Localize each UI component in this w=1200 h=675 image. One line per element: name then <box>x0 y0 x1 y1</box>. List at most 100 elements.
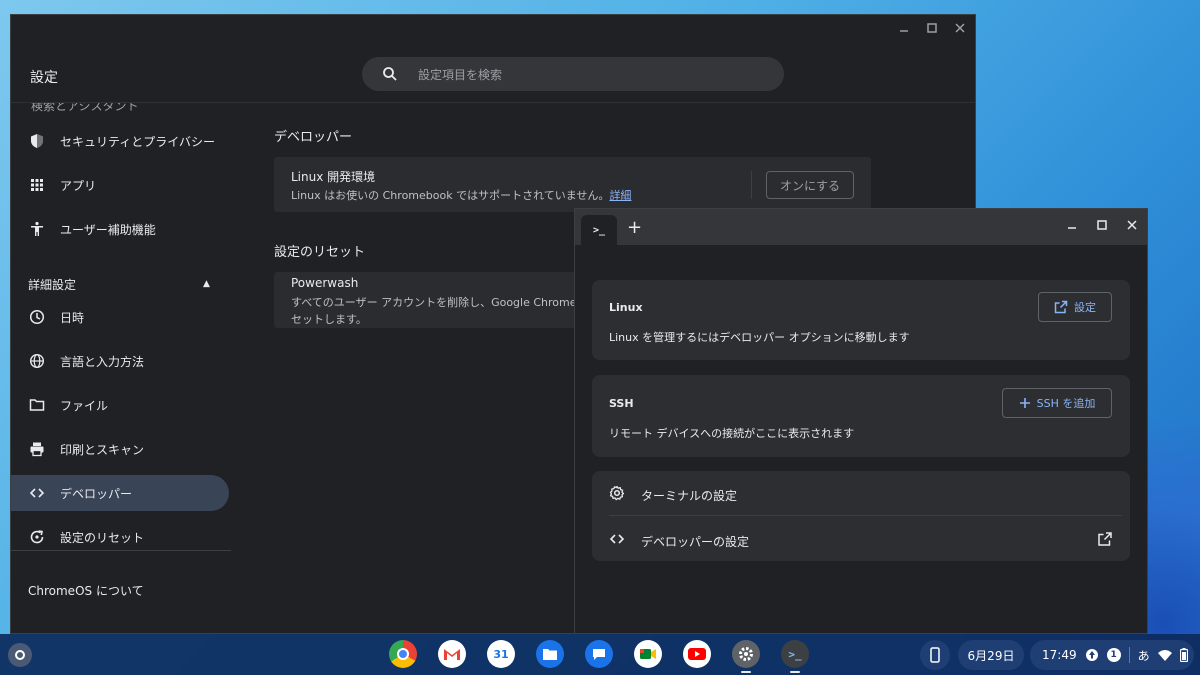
accessibility-icon <box>31 221 43 236</box>
launcher-button[interactable] <box>8 643 32 667</box>
launcher-icon <box>15 650 25 660</box>
learn-more-link[interactable]: 詳細 <box>609 189 631 202</box>
sidebar-item-languages[interactable]: 言語と入力方法 <box>11 343 229 379</box>
status-tray[interactable]: 17:49 1 あ <box>1030 640 1194 670</box>
sidebar-item-printing[interactable]: 印刷とスキャン <box>11 431 229 467</box>
open-external-icon[interactable] <box>1097 531 1113 547</box>
wifi-icon <box>1157 650 1172 661</box>
linux-dev-title: Linux 開発環境 <box>291 170 376 184</box>
developer-heading: デベロッパー <box>274 130 353 145</box>
row-divider <box>609 515 1122 516</box>
new-tab-button[interactable]: + <box>627 217 642 238</box>
close-icon <box>955 23 965 33</box>
search-input[interactable]: 設定項目を検索 <box>362 57 784 91</box>
caret-up-icon[interactable]: ▲ <box>203 279 210 289</box>
terminal-tabbar: >_ + <box>575 209 1147 245</box>
sidebar-item-files[interactable]: ファイル <box>11 387 229 423</box>
linux-settings-button[interactable]: 設定 <box>1038 292 1112 322</box>
sidebar-item-label: 設定のリセット <box>60 530 145 545</box>
sidebar-item-label: アプリ <box>60 178 97 193</box>
add-ssh-button[interactable]: SSH を追加 <box>1002 388 1112 418</box>
sidebar: 検索とアシスタント セキュリティとプライバシー アプリ ユーザー補助機能 詳細設… <box>11 103 231 633</box>
developer-settings-row[interactable]: デベロッパーの設定 <box>592 517 1130 561</box>
meet-app-icon[interactable] <box>634 640 662 668</box>
shield-icon <box>31 134 43 148</box>
page-title: 設定 <box>30 70 58 86</box>
turn-on-button[interactable]: オンにする <box>766 171 854 199</box>
powerwash-description-line1: すべてのユーザー アカウントを削除し、Google Chrome <box>291 296 577 309</box>
sidebar-divider <box>11 550 231 551</box>
terminal-settings-card: ターミナルの設定 デベロッパーの設定 <box>592 471 1130 561</box>
sidebar-item-apps[interactable]: アプリ <box>11 167 229 203</box>
settings-titlebar: 設定 設定項目を検索 <box>11 15 975 103</box>
window-controls <box>1065 218 1139 232</box>
minimize-button[interactable] <box>897 21 911 35</box>
settings-app-icon[interactable] <box>732 640 760 668</box>
date-tray[interactable]: 6月29日 <box>958 640 1024 670</box>
sidebar-item-datetime[interactable]: 日時 <box>11 299 229 335</box>
terminal-window: >_ + Linux Linux を管理するにはデベロッパー オプションに移動し… <box>574 208 1148 634</box>
card-separator <box>751 171 752 199</box>
plus-icon <box>1019 398 1030 408</box>
time-label: 17:49 <box>1042 648 1077 662</box>
files-app-icon[interactable] <box>536 640 564 668</box>
minimize-button[interactable] <box>1065 218 1079 232</box>
close-icon <box>1127 220 1137 230</box>
powerwash-card[interactable]: Powerwash すべてのユーザー アカウントを削除し、Google Chro… <box>274 272 594 328</box>
battery-icon <box>1179 648 1188 662</box>
sidebar-item-developers[interactable]: デベロッパー <box>11 475 229 511</box>
sidebar-item-accessibility[interactable]: ユーザー補助機能 <box>11 211 229 247</box>
minimize-icon <box>1068 227 1076 229</box>
calendar-day: 31 <box>493 647 509 661</box>
developer-settings-label: デベロッパーの設定 <box>641 535 750 549</box>
clock-icon <box>29 309 45 325</box>
sidebar-item-security[interactable]: セキュリティとプライバシー <box>11 123 229 159</box>
update-icon <box>1085 649 1098 661</box>
apps-grid-icon <box>31 179 43 191</box>
terminal-settings-label: ターミナルの設定 <box>641 489 738 503</box>
running-indicator <box>741 671 751 673</box>
linux-card: Linux Linux を管理するにはデベロッパー オプションに移動します 設定 <box>592 280 1130 360</box>
running-indicator <box>790 671 800 673</box>
terminal-app-icon[interactable]: >_ <box>781 640 809 668</box>
shelf: 31 >_ 6月29日 17:49 1 あ <box>0 634 1200 675</box>
gmail-app-icon[interactable] <box>438 640 466 668</box>
close-button[interactable] <box>953 21 967 35</box>
maximize-button[interactable] <box>925 21 939 35</box>
terminal-settings-row[interactable]: ターミナルの設定 <box>592 471 1130 516</box>
linux-dev-subtitle: Linux はお使いの Chromebook ではサポートされていません。詳細 <box>291 187 631 203</box>
sidebar-item-about[interactable]: ChromeOS について <box>28 582 144 599</box>
sidebar-item-label: デベロッパー <box>60 486 133 501</box>
sidebar-item-search-assistant[interactable]: 検索とアシスタント <box>31 103 139 114</box>
sidebar-item-label: 印刷とスキャン <box>60 442 145 457</box>
youtube-app-icon[interactable] <box>683 640 711 668</box>
sidebar-item-label: 日時 <box>60 310 85 325</box>
add-ssh-label: SSH を追加 <box>1036 397 1096 410</box>
globe-icon <box>29 353 45 369</box>
reset-icon <box>30 530 44 544</box>
messages-app-icon[interactable] <box>585 640 613 668</box>
maximize-button[interactable] <box>1095 218 1109 232</box>
printer-icon <box>30 442 44 457</box>
linux-card-title: Linux <box>609 301 643 314</box>
folder-icon <box>29 399 45 411</box>
ssh-card: SSH リモート デバイスへの接続がここに表示されます SSH を追加 <box>592 375 1130 457</box>
phone-hub-button[interactable] <box>920 640 950 670</box>
ime-indicator: あ <box>1137 648 1150 663</box>
terminal-home-tab[interactable]: >_ <box>581 215 617 245</box>
maximize-icon <box>927 23 937 33</box>
linux-dev-description: Linux はお使いの Chromebook ではサポートされていません。 <box>291 189 610 202</box>
minimize-icon <box>900 30 908 32</box>
chrome-app-icon[interactable] <box>389 640 417 668</box>
linux-settings-label: 設定 <box>1074 301 1096 314</box>
sidebar-section-advanced[interactable]: 詳細設定 <box>28 276 76 293</box>
powerwash-description-line2: セットします。 <box>291 313 367 326</box>
code-icon <box>609 534 625 544</box>
sidebar-item-label: セキュリティとプライバシー <box>60 134 216 149</box>
notification-badge: 1 <box>1106 648 1121 662</box>
powerwash-title: Powerwash <box>291 276 359 290</box>
phone-icon <box>930 647 940 663</box>
calendar-app-icon[interactable]: 31 <box>487 640 515 668</box>
close-button[interactable] <box>1125 218 1139 232</box>
search-icon <box>383 67 397 81</box>
